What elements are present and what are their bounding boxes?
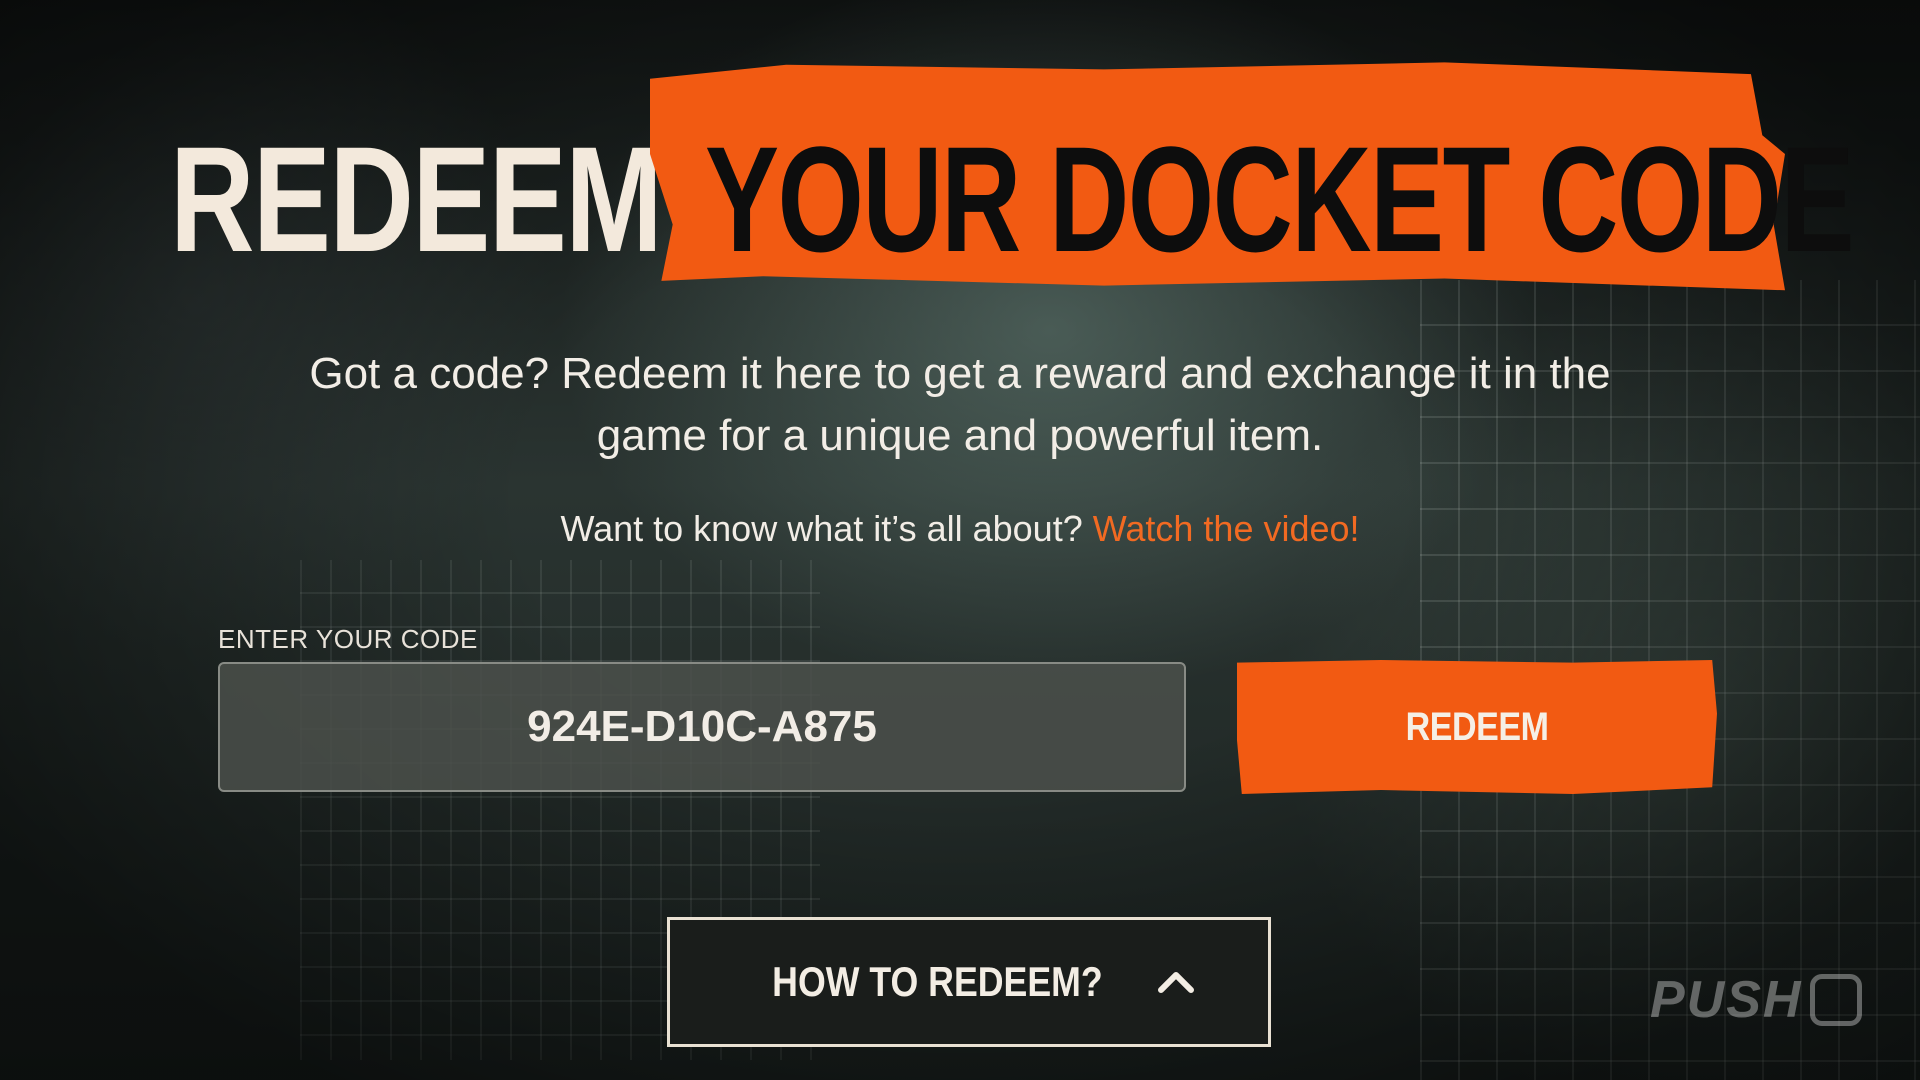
video-prompt: Want to know what it’s all about? Watch … (260, 508, 1660, 550)
title-part-2: YOUR DOCKET CODE (705, 115, 1855, 283)
chevron-up-icon (1158, 972, 1195, 993)
watermark-text: PUSH (1650, 971, 1803, 1029)
redeem-button[interactable]: REDEEM (1237, 660, 1717, 794)
code-input[interactable] (218, 662, 1186, 792)
title-part-1: REDEEM (170, 115, 663, 283)
code-field-label: ENTER YOUR CODE (218, 624, 478, 654)
square-logo-icon (1810, 974, 1863, 1026)
page-description: Got a code? Redeem it here to get a rewa… (309, 349, 1611, 460)
video-prompt-text: Want to know what it’s all about? (560, 508, 1083, 549)
page-title: REDEEM YOUR DOCKET CODE (170, 60, 1855, 310)
redeem-button-label: REDEEM (1405, 704, 1549, 749)
how-to-redeem-toggle[interactable]: HOW TO REDEEM? (667, 917, 1271, 1047)
push-square-watermark: PUSH (1650, 970, 1863, 1030)
watch-video-link[interactable]: Watch the video! (1093, 508, 1360, 549)
how-to-redeem-label: HOW TO REDEEM? (771, 958, 1103, 1005)
